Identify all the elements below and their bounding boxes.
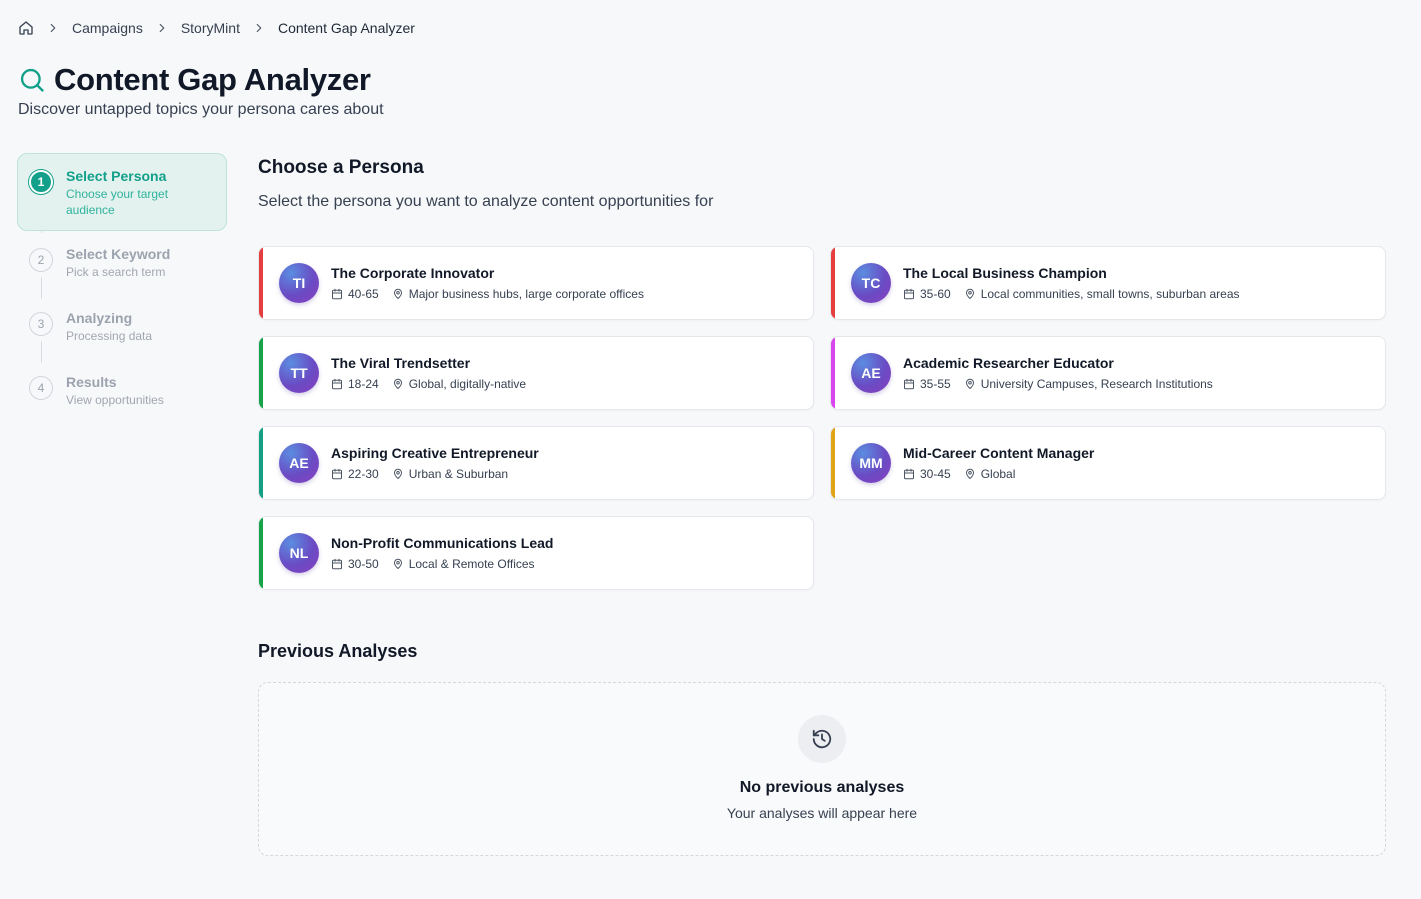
persona-meta: 22-30 Urban & Suburban	[331, 467, 508, 481]
step-number: 3	[29, 312, 53, 336]
empty-state-description: Your analyses will appear here	[726, 805, 918, 821]
persona-location: Local communities, small towns, suburban…	[980, 287, 1240, 301]
persona-accent	[831, 337, 835, 409]
persona-age: 35-55	[920, 377, 951, 391]
page-header: Content Gap Analyzer	[18, 62, 371, 98]
page-subtitle: Discover untapped topics your persona ca…	[18, 101, 384, 118]
persona-name: Non-Profit Communications Lead	[331, 535, 554, 551]
calendar-icon	[331, 378, 343, 390]
persona-name: The Local Business Champion	[903, 265, 1107, 281]
breadcrumb-storymint[interactable]: StoryMint	[181, 20, 240, 36]
step-label: Select Persona	[66, 168, 167, 184]
map-pin-icon	[964, 378, 976, 390]
persona-location: Urban & Suburban	[408, 467, 509, 481]
persona-card[interactable]: AE Academic Researcher Educator 35-55 Un…	[830, 336, 1386, 410]
previous-analyses-title: Previous Analyses	[258, 641, 418, 661]
breadcrumb: Campaigns StoryMint Content Gap Analyzer	[18, 18, 415, 38]
avatar: TC	[851, 263, 891, 303]
map-pin-icon	[392, 558, 404, 570]
avatar: AE	[851, 353, 891, 393]
breadcrumb-campaigns[interactable]: Campaigns	[72, 20, 143, 36]
persona-meta: 30-50 Local & Remote Offices	[331, 557, 535, 571]
persona-meta: 18-24 Global, digitally-native	[331, 377, 526, 391]
calendar-icon	[903, 378, 915, 390]
persona-meta: 30-45 Global	[903, 467, 1015, 481]
map-pin-icon	[392, 378, 404, 390]
persona-meta: 35-55 University Campuses, Research Inst…	[903, 377, 1213, 391]
map-pin-icon	[392, 468, 404, 480]
step-analyzing: 3 Analyzing Processing data	[17, 295, 227, 359]
persona-meta: 35-60 Local communities, small towns, su…	[903, 287, 1240, 301]
persona-name: The Viral Trendsetter	[331, 355, 471, 371]
persona-name: Mid-Career Content Manager	[903, 445, 1095, 461]
search-icon	[18, 66, 46, 94]
step-desc: Choose your target audience	[66, 187, 169, 217]
persona-accent	[259, 247, 263, 319]
chevron-right-icon	[252, 21, 266, 35]
section-subtitle: Select the persona you want to analyze c…	[258, 193, 714, 210]
persona-accent	[259, 427, 263, 499]
map-pin-icon	[964, 288, 976, 300]
avatar: MM	[851, 443, 891, 483]
calendar-icon	[331, 288, 343, 300]
previous-analyses-empty-state: No previous analyses Your analyses will …	[258, 682, 1386, 856]
persona-name: Academic Researcher Educator	[903, 355, 1114, 371]
step-label: Analyzing	[66, 310, 133, 326]
persona-accent	[259, 517, 263, 589]
persona-age: 30-45	[920, 467, 951, 481]
persona-name: Aspiring Creative Entrepreneur	[331, 445, 539, 461]
calendar-icon	[903, 468, 915, 480]
persona-accent	[831, 247, 835, 319]
avatar: AE	[279, 443, 319, 483]
step-number: 1	[29, 170, 53, 194]
persona-location: University Campuses, Research Institutio…	[980, 377, 1213, 391]
calendar-icon	[331, 468, 343, 480]
home-icon[interactable]	[18, 20, 34, 36]
persona-card[interactable]: MM Mid-Career Content Manager 30-45 Glob…	[830, 426, 1386, 500]
avatar: TI	[279, 263, 319, 303]
calendar-icon	[331, 558, 343, 570]
step-number: 2	[29, 248, 53, 272]
step-results: 4 Results View opportunities	[17, 359, 227, 423]
persona-location: Global	[980, 467, 1016, 481]
persona-card[interactable]: AE Aspiring Creative Entrepreneur 22-30 …	[258, 426, 814, 500]
avatar: NL	[279, 533, 319, 573]
persona-age: 40-65	[348, 287, 379, 301]
empty-state-title: No previous analyses	[739, 779, 905, 796]
step-desc: Processing data	[66, 329, 153, 343]
persona-age: 30-50	[348, 557, 379, 571]
breadcrumb-current: Content Gap Analyzer	[277, 20, 415, 36]
step-desc: View opportunities	[66, 393, 164, 407]
persona-age: 35-60	[920, 287, 951, 301]
section-title: Choose a Persona	[258, 157, 424, 178]
step-select-persona[interactable]: 1 Select Persona Choose your target audi…	[17, 153, 227, 231]
persona-accent	[831, 427, 835, 499]
page-title: Content Gap Analyzer	[54, 62, 371, 97]
calendar-icon	[903, 288, 915, 300]
chevron-right-icon	[46, 21, 60, 35]
persona-card[interactable]: NL Non-Profit Communications Lead 30-50 …	[258, 516, 814, 590]
persona-card[interactable]: TI The Corporate Innovator 40-65 Major b…	[258, 246, 814, 320]
history-icon	[798, 715, 846, 763]
step-label: Select Keyword	[66, 246, 171, 262]
persona-age: 18-24	[348, 377, 379, 391]
step-select-keyword: 2 Select Keyword Pick a search term	[17, 231, 227, 295]
step-label: Results	[66, 374, 117, 390]
persona-name: The Corporate Innovator	[331, 265, 495, 281]
persona-location: Major business hubs, large corporate off…	[408, 287, 644, 301]
chevron-right-icon	[155, 21, 169, 35]
step-desc: Pick a search term	[66, 265, 166, 279]
persona-age: 22-30	[348, 467, 379, 481]
persona-location: Local & Remote Offices	[408, 557, 535, 571]
persona-accent	[259, 337, 263, 409]
avatar: TT	[279, 353, 319, 393]
step-number: 4	[29, 376, 53, 400]
map-pin-icon	[964, 468, 976, 480]
map-pin-icon	[392, 288, 404, 300]
persona-card[interactable]: TT The Viral Trendsetter 18-24 Global, d…	[258, 336, 814, 410]
persona-card[interactable]: TC The Local Business Champion 35-60 Loc…	[830, 246, 1386, 320]
persona-location: Global, digitally-native	[408, 377, 527, 391]
stepper: 1 Select Persona Choose your target audi…	[17, 153, 227, 423]
persona-meta: 40-65 Major business hubs, large corpora…	[331, 287, 644, 301]
